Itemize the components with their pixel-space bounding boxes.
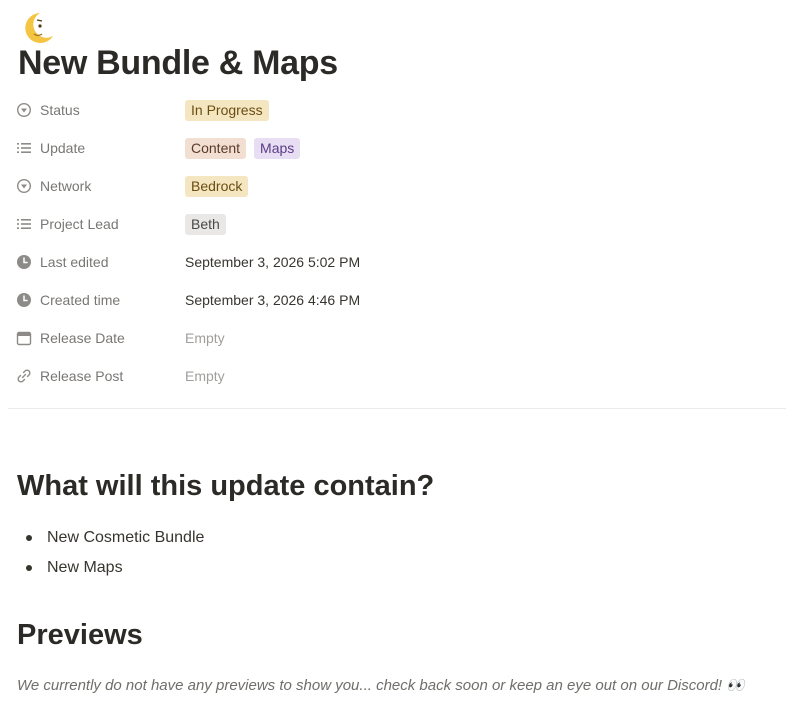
property-value-created-time: September 3, 2026 4:46 PM [185, 281, 360, 319]
network-tag[interactable]: Bedrock [185, 175, 249, 197]
bulleted-list: New Cosmetic Bundle New Maps [18, 524, 204, 584]
property-row-network: Network Bedrock [16, 167, 776, 205]
release-date-empty[interactable]: Empty [185, 330, 225, 346]
property-value-update[interactable]: Content Maps [185, 129, 301, 167]
list-icon [17, 219, 31, 229]
property-row-last-edited: Last edited September 3, 2026 5:02 PM [16, 243, 776, 281]
property-label: Created time [40, 292, 121, 308]
clock-icon [17, 255, 31, 269]
page-title[interactable]: New Bundle & Maps [18, 44, 338, 83]
property-row-release-post: Release Post Empty [16, 357, 776, 395]
property-label: Release Post [40, 368, 124, 384]
property-value-network[interactable]: Bedrock [185, 167, 249, 205]
created-time-date: September 3, 2026 4:46 PM [185, 292, 361, 308]
property-value-status[interactable]: In Progress [185, 91, 269, 129]
property-label: Release Date [40, 330, 125, 346]
list-item[interactable]: New Maps [18, 554, 204, 584]
property-name-update[interactable]: Update [16, 129, 176, 167]
properties-panel: Status In Progress Update Content Maps N… [16, 91, 776, 395]
property-name-created-time[interactable]: Created time [16, 281, 176, 319]
property-label: Update [40, 140, 86, 156]
property-name-release-post[interactable]: Release Post [16, 357, 176, 395]
heading-update-contents[interactable]: What will this update contain? [17, 470, 434, 503]
property-row-release-date: Release Date Empty [16, 319, 776, 357]
release-post-empty[interactable]: Empty [185, 368, 225, 384]
list-icon [17, 143, 31, 153]
project-lead-tag[interactable]: Beth [185, 213, 226, 235]
property-value-project-lead[interactable]: Beth [185, 205, 226, 243]
property-name-network[interactable]: Network [16, 167, 176, 205]
property-label: Network [40, 178, 92, 194]
calendar-icon [16, 331, 32, 346]
previews-note[interactable]: We currently do not have any previews to… [17, 676, 745, 694]
property-name-status[interactable]: Status [16, 91, 176, 129]
property-row-update: Update Content Maps [16, 129, 776, 167]
crescent-moon-face-icon[interactable] [20, 10, 56, 46]
status-icon [16, 178, 32, 194]
list-item[interactable]: New Cosmetic Bundle [18, 524, 204, 554]
status-icon [16, 102, 32, 118]
property-name-project-lead[interactable]: Project Lead [16, 205, 176, 243]
properties-divider [8, 408, 786, 409]
property-value-release-post[interactable]: Empty [185, 357, 225, 395]
property-label: Status [40, 102, 80, 118]
property-label: Last edited [40, 254, 109, 270]
link-icon [17, 369, 31, 383]
update-tag-content[interactable]: Content [185, 137, 247, 159]
last-edited-date: September 3, 2026 5:02 PM [185, 254, 361, 270]
list-item-text: New Maps [47, 559, 123, 576]
property-row-created-time: Created time September 3, 2026 4:46 PM [16, 281, 776, 319]
bullet-icon [26, 565, 32, 571]
property-label: Project Lead [40, 216, 119, 232]
update-tag-maps[interactable]: Maps [254, 137, 301, 159]
status-tag[interactable]: In Progress [185, 99, 269, 121]
property-name-release-date[interactable]: Release Date [16, 319, 176, 357]
property-row-project-lead: Project Lead Beth [16, 205, 776, 243]
property-name-last-edited[interactable]: Last edited [16, 243, 176, 281]
list-item-text: New Cosmetic Bundle [47, 529, 205, 546]
bullet-icon [26, 535, 32, 541]
property-value-last-edited: September 3, 2026 5:02 PM [185, 243, 360, 281]
clock-icon [17, 293, 31, 307]
heading-previews[interactable]: Previews [17, 619, 143, 652]
property-value-release-date[interactable]: Empty [185, 319, 225, 357]
property-row-status: Status In Progress [16, 91, 776, 129]
